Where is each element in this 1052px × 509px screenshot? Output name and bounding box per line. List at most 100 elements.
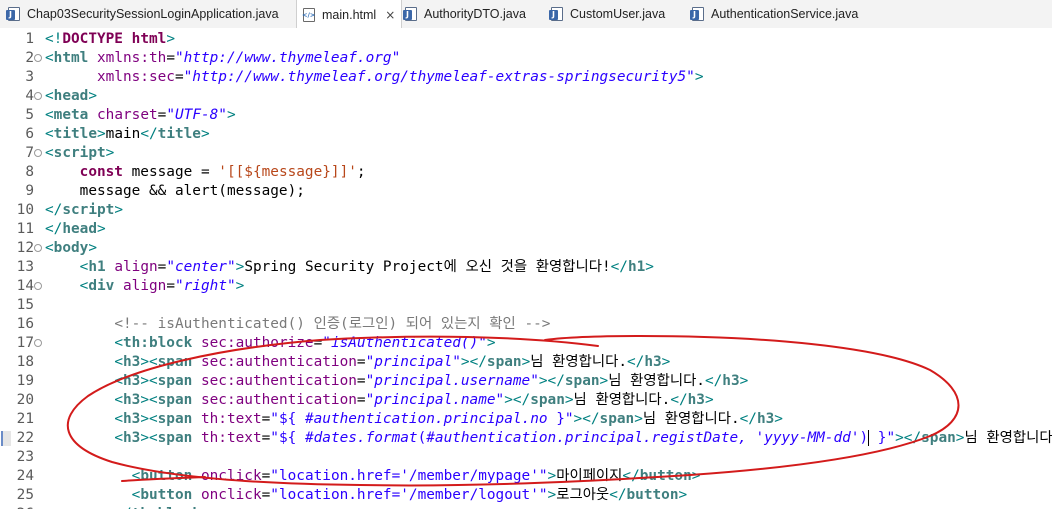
code-token: >< <box>140 373 158 389</box>
code-line[interactable]: 21 <h3><span th:text="${ #authentication… <box>0 410 1052 429</box>
code-token: span <box>157 373 193 389</box>
tab-custom-user[interactable]: CustomUser.java <box>549 0 665 28</box>
code-line[interactable]: 24 <button onclick="location.href='/memb… <box>0 467 1052 486</box>
code-token: body <box>53 240 89 256</box>
code-token: h3 <box>122 392 141 408</box>
code-line[interactable]: 18 <h3><span sec:authentication="princip… <box>0 353 1052 372</box>
tab-main-html[interactable]: main.html × <box>296 0 403 29</box>
fold-toggle-icon[interactable] <box>34 149 42 157</box>
code-token: h1 <box>627 259 646 275</box>
fold-toggle-icon[interactable] <box>34 54 42 62</box>
code-token: ></ <box>504 392 531 408</box>
tab-chap03-application[interactable]: Chap03SecuritySessionLoginApplication.ja… <box>6 0 279 28</box>
fold-toggle-icon[interactable] <box>34 244 42 252</box>
code-text: </head> <box>45 220 106 239</box>
code-line[interactable]: 16 <!-- isAuthenticated() 인증(로그인) 되어 있는지… <box>0 315 1052 334</box>
code-line[interactable]: 25 <button onclick="location.href='/memb… <box>0 486 1052 505</box>
code-token: Spring Security Project에 오신 것을 환영합니다! <box>244 259 611 275</box>
code-token: > <box>661 354 671 370</box>
code-token: > <box>226 107 236 123</box>
code-token: > <box>691 468 701 484</box>
code-token: </ <box>627 354 645 370</box>
code-token: "principal.name" <box>365 392 505 408</box>
line-number: 13 <box>16 259 34 275</box>
code-token: >< <box>140 354 158 370</box>
code-line[interactable]: 8 const message = '[[${message}]]'; <box>0 163 1052 182</box>
code-token: align <box>123 278 167 294</box>
code-line[interactable]: 12 <body> <box>0 239 1052 258</box>
tab-label: main.html <box>322 7 377 22</box>
code-token: > <box>96 221 106 237</box>
code-editor[interactable]: 1 <!DOCTYPE html> 2 <html xmlns:th="http://… <box>0 28 1052 509</box>
code-token: > <box>547 468 557 484</box>
code-token: "${ <box>270 430 305 446</box>
tab-authority-dto[interactable]: AuthorityDTO.java <box>403 0 526 28</box>
fold-toggle-icon[interactable] <box>34 282 42 290</box>
code-token: > <box>645 259 654 275</box>
line-number: 14 <box>16 278 34 294</box>
code-line[interactable]: 11 </head> <box>0 220 1052 239</box>
code-line[interactable]: 7 <script> <box>0 144 1052 163</box>
code-line[interactable]: 26 </th:block> <box>0 505 1052 509</box>
line-number: 22 <box>16 430 34 446</box>
code-token: meta <box>53 107 89 123</box>
code-token: >< <box>140 411 158 427</box>
code-line[interactable]: 13 <h1 align="center">Spring Security Pr… <box>0 258 1052 277</box>
code-line[interactable]: 4 <head> <box>0 87 1052 106</box>
code-line[interactable]: 23 <box>0 448 1052 467</box>
code-token: const <box>79 164 123 180</box>
close-icon[interactable]: × <box>385 8 395 22</box>
code-token: 마이페이지 <box>556 468 623 484</box>
code-token: </ <box>670 392 688 408</box>
fold-toggle-icon[interactable] <box>34 92 42 100</box>
code-line[interactable]: 19 <h3><span sec:authentication="princip… <box>0 372 1052 391</box>
line-number: 11 <box>16 221 34 237</box>
code-line[interactable]: 1 <!DOCTYPE html> <box>0 30 1052 49</box>
code-line[interactable]: 9 message && alert(message); <box>0 182 1052 201</box>
code-token: = <box>356 392 366 408</box>
code-token: span <box>530 392 565 408</box>
code-line[interactable]: 5 <meta charset="UTF-8"> <box>0 106 1052 125</box>
code-token: = <box>261 430 271 446</box>
code-token: > <box>235 259 245 275</box>
fold-toggle-icon[interactable] <box>34 339 42 347</box>
code-token: "isAuthenticated()" <box>322 335 487 351</box>
code-token: span <box>564 373 600 389</box>
code-line[interactable]: 2 <html xmlns:th="http://www.thymeleaf.or… <box>0 49 1052 68</box>
code-line[interactable]: 15 <box>0 296 1052 315</box>
code-token: < <box>45 107 54 123</box>
code-line[interactable]: 10 </script> <box>0 201 1052 220</box>
code-line[interactable]: 22 <h3><span th:text="${ #dates.format(#… <box>0 429 1052 448</box>
code-line[interactable]: 6 <title>main</title> <box>0 125 1052 144</box>
code-line[interactable]: 14 <div align="right"> <box>0 277 1052 296</box>
code-token: = <box>174 69 184 85</box>
code-token: > <box>521 354 531 370</box>
line-number: 23 <box>16 449 34 465</box>
code-token: "center" <box>166 259 236 275</box>
code-token: title <box>157 126 201 142</box>
tab-authentication-service[interactable]: AuthenticationService.java <box>690 0 858 28</box>
code-token: html <box>131 31 167 47</box>
code-token: > <box>739 373 749 389</box>
code-line[interactable]: 17 <th:block sec:authorize="isAuthentica… <box>0 334 1052 353</box>
code-token: #authentication.principal.registDate, 'y… <box>426 430 860 446</box>
code-token: > <box>235 278 245 294</box>
line-number: 2 <box>25 50 34 66</box>
code-line[interactable]: 3 xmlns:sec="http://www.thymeleaf.org/th… <box>0 68 1052 87</box>
code-token: > <box>97 126 106 142</box>
code-text: <h3><span th:text="${ #dates.format(#aut… <box>45 429 1052 448</box>
code-token: 로그아웃 <box>556 487 610 503</box>
code-line[interactable]: 20 <h3><span sec:authentication="princip… <box>0 391 1052 410</box>
code-token: </ <box>622 468 640 484</box>
code-token: span <box>486 354 522 370</box>
code-token: > <box>88 240 97 256</box>
